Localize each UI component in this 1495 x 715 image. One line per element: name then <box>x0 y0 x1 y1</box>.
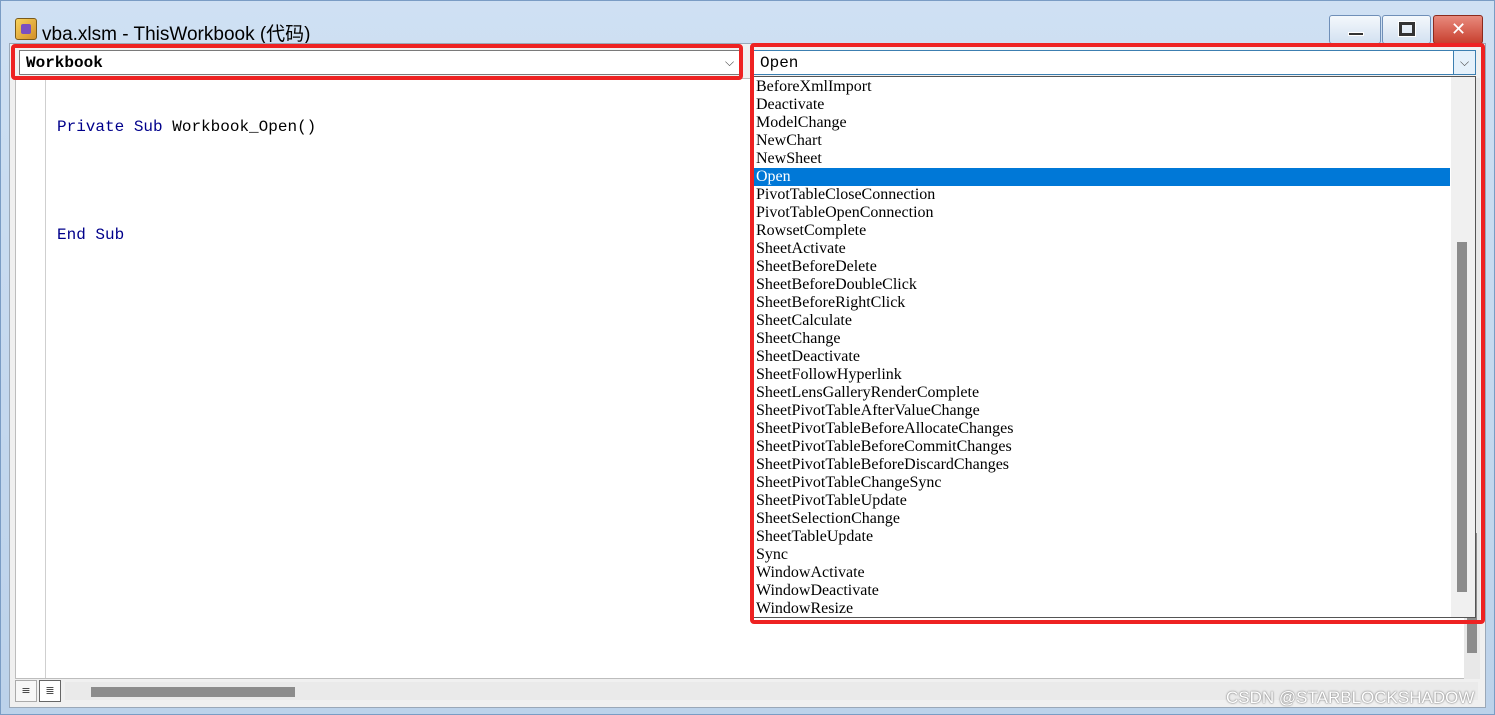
keyword: End <box>57 226 86 244</box>
close-button[interactable]: ✕ <box>1433 15 1483 44</box>
code-line: End Sub <box>57 226 316 244</box>
dropdown-item[interactable]: SheetTableUpdate <box>754 528 1450 546</box>
procedure-view-button[interactable]: ≡ <box>15 680 37 702</box>
dropdown-item[interactable]: PivotTableCloseConnection <box>754 186 1450 204</box>
window-title: vba.xlsm - ThisWorkbook (代码) <box>42 24 311 45</box>
object-dropdown-button[interactable]: ⌵ <box>719 51 741 74</box>
procedure-combobox-value: Open <box>760 54 799 72</box>
procedure-view-icon: ≡ <box>21 684 31 697</box>
chevron-down-icon: ⌵ <box>725 55 735 69</box>
keyword: Sub <box>95 226 125 244</box>
dropdown-item[interactable]: Sync <box>754 546 1450 564</box>
watermark: CSDN @STARBLOCKSHADOW <box>1226 688 1475 707</box>
dropdown-item[interactable]: SheetDeactivate <box>754 348 1450 366</box>
title-bar[interactable]: vba.xlsm - ThisWorkbook (代码) ✕ <box>1 1 1494 45</box>
minimize-icon <box>1348 32 1364 36</box>
dropdown-item[interactable]: SheetBeforeDoubleClick <box>754 276 1450 294</box>
object-combobox-value: Workbook <box>26 54 103 72</box>
dropdown-item[interactable]: SheetPivotTableBeforeCommitChanges <box>754 438 1450 456</box>
vbe-code-window: vba.xlsm - ThisWorkbook (代码) ✕ Workbook … <box>0 0 1495 715</box>
full-module-view-button[interactable]: ≣ <box>39 680 61 702</box>
dropdown-item[interactable]: SheetPivotTableAfterValueChange <box>754 402 1450 420</box>
procedure-signature: Workbook_Open() <box>162 118 317 136</box>
dropdown-item[interactable]: SheetLensGalleryRenderComplete <box>754 384 1450 402</box>
dropdown-item[interactable]: SheetCalculate <box>754 312 1450 330</box>
chevron-down-icon: ⌵ <box>1460 55 1470 69</box>
procedure-dropdown-button[interactable]: ⌵ <box>1453 51 1475 74</box>
dropdown-item[interactable]: WindowResize <box>754 600 1450 617</box>
dropdown-item[interactable]: SheetChange <box>754 330 1450 348</box>
vba-project-icon <box>15 18 37 40</box>
dropdown-item[interactable]: SheetPivotTableChangeSync <box>754 474 1450 492</box>
dropdown-item[interactable]: Deactivate <box>754 96 1450 114</box>
procedure-dropdown-list[interactable]: BeforeXmlImport Deactivate ModelChange NewC… <box>753 76 1476 618</box>
keyword: Private <box>57 118 125 136</box>
scroll-thumb[interactable] <box>91 687 295 697</box>
dropdown-item[interactable]: WindowDeactivate <box>754 582 1450 600</box>
dropdown-item[interactable]: ModelChange <box>754 114 1450 132</box>
scroll-thumb[interactable] <box>1457 242 1467 592</box>
code-line: Private Sub Workbook_Open() <box>57 118 316 136</box>
dropdown-item[interactable]: RowsetComplete <box>754 222 1450 240</box>
dropdown-item[interactable]: SheetPivotTableBeforeDiscardChanges <box>754 456 1450 474</box>
procedure-combobox[interactable]: Open ⌵ <box>753 50 1476 75</box>
dropdown-item[interactable]: SheetPivotTableUpdate <box>754 492 1450 510</box>
dropdown-item[interactable]: BeforeXmlImport <box>754 78 1450 96</box>
dropdown-item[interactable]: SheetFollowHyperlink <box>754 366 1450 384</box>
restore-icon <box>1398 21 1416 37</box>
dropdown-item[interactable]: SheetSelectionChange <box>754 510 1450 528</box>
keyword: Sub <box>133 118 163 136</box>
margin-indicator-bar[interactable] <box>16 79 46 678</box>
dropdown-item[interactable]: NewSheet <box>754 150 1450 168</box>
dropdown-item[interactable]: SheetActivate <box>754 240 1450 258</box>
dropdown-item[interactable]: Open <box>754 168 1450 186</box>
dropdown-scrollbar[interactable] <box>1451 77 1475 617</box>
dropdown-item[interactable]: SheetBeforeDelete <box>754 258 1450 276</box>
dropdown-item[interactable]: WindowActivate <box>754 564 1450 582</box>
dropdown-item[interactable]: PivotTableOpenConnection <box>754 204 1450 222</box>
restore-button[interactable] <box>1382 15 1431 44</box>
dropdown-item[interactable]: SheetBeforeRightClick <box>754 294 1450 312</box>
close-icon: ✕ <box>1451 19 1467 40</box>
dropdown-item[interactable]: SheetPivotTableBeforeAllocateChanges <box>754 420 1450 438</box>
full-module-view-icon: ≣ <box>45 684 55 697</box>
event-list: BeforeXmlImport Deactivate ModelChange NewC… <box>754 78 1450 617</box>
dropdown-item[interactable]: NewChart <box>754 132 1450 150</box>
object-combobox[interactable]: Workbook ⌵ <box>19 50 742 75</box>
minimize-button[interactable] <box>1329 15 1381 44</box>
code-text[interactable]: Private Sub Workbook_Open() End Sub <box>57 82 316 280</box>
